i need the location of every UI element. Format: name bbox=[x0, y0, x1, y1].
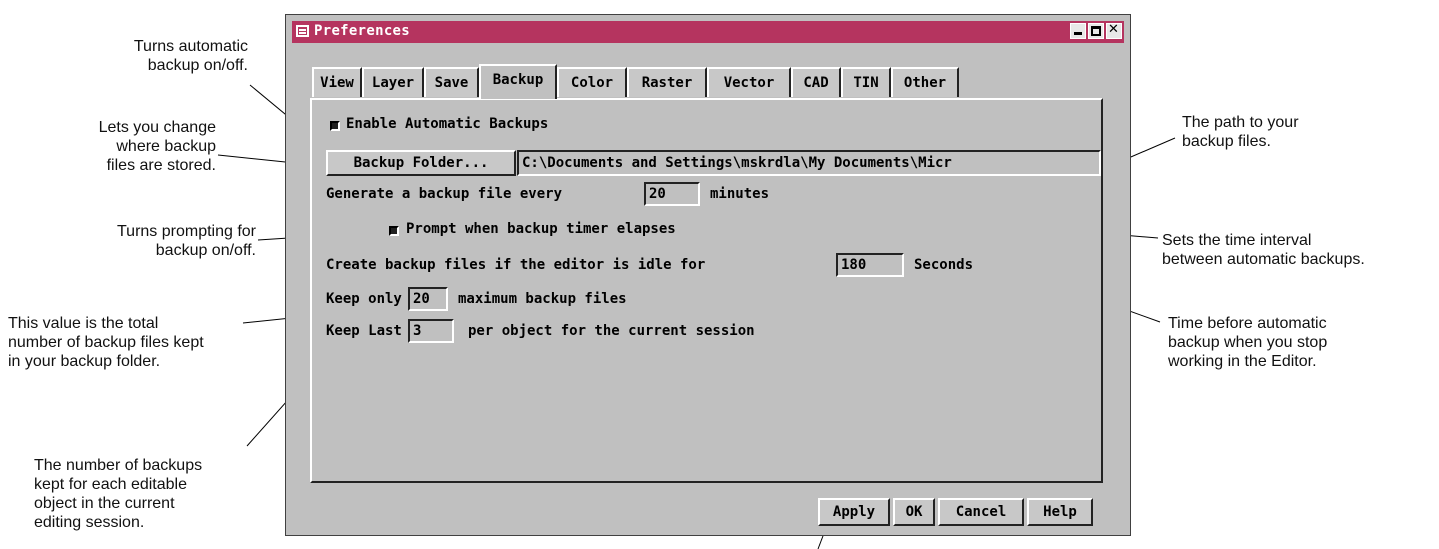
tab-raster[interactable]: Raster bbox=[627, 67, 707, 97]
tab-color[interactable]: Color bbox=[557, 67, 627, 97]
window-title: Preferences bbox=[314, 23, 411, 39]
annotation-enable-backups: Turns automatic backup on/off. bbox=[133, 38, 248, 74]
tab-cad[interactable]: CAD bbox=[791, 67, 841, 97]
preferences-dialog: Preferences View Layer Save Backup Color… bbox=[285, 14, 1131, 536]
keep-only-label: Keep only bbox=[326, 291, 402, 307]
apply-button[interactable]: Apply bbox=[818, 498, 890, 526]
enable-backups-checkbox[interactable] bbox=[330, 121, 340, 131]
tab-layer[interactable]: Layer bbox=[362, 67, 424, 97]
ok-button[interactable]: OK bbox=[893, 498, 935, 526]
idle-seconds-field[interactable]: 180 bbox=[836, 253, 904, 277]
enable-backups-label: Enable Automatic Backups bbox=[346, 116, 549, 132]
tab-other[interactable]: Other bbox=[891, 67, 959, 97]
keep-only-field[interactable]: 20 bbox=[408, 287, 448, 311]
keep-last-suffix: per object for the current session bbox=[468, 323, 755, 339]
interval-minutes-field[interactable]: 20 bbox=[644, 182, 700, 206]
title-bar[interactable]: Preferences bbox=[292, 21, 1124, 43]
help-button[interactable]: Help bbox=[1027, 498, 1093, 526]
tab-save[interactable]: Save bbox=[424, 67, 479, 97]
annotation-idle: Time before automatic backup when you sto… bbox=[1168, 315, 1328, 370]
idle-units-label: Seconds bbox=[914, 257, 974, 273]
tab-view[interactable]: View bbox=[312, 67, 362, 97]
keep-only-suffix: maximum backup files bbox=[458, 291, 627, 307]
system-menu-icon[interactable] bbox=[296, 25, 309, 37]
idle-label: Create backup files if the editor is idl… bbox=[326, 257, 706, 273]
interval-label: Generate a backup file every bbox=[326, 186, 563, 202]
annotation-prompt: Turns prompting for backup on/off. bbox=[116, 223, 256, 259]
annotation-backup-folder: Lets you change where backup files are sto… bbox=[98, 119, 216, 174]
keep-last-label: Keep Last bbox=[326, 323, 402, 339]
backup-folder-button[interactable]: Backup Folder... bbox=[326, 150, 516, 176]
backup-panel: Enable Automatic Backups Backup Folder..… bbox=[310, 98, 1103, 483]
tab-backup[interactable]: Backup bbox=[479, 64, 557, 99]
annotation-folder-path: The path to your backup files. bbox=[1182, 114, 1299, 150]
annotation-keep-last: The number of backups kept for each edita… bbox=[34, 457, 203, 531]
annotation-interval: Sets the time interval between automatic … bbox=[1162, 232, 1365, 268]
tab-tin[interactable]: TIN bbox=[841, 67, 891, 97]
cancel-button[interactable]: Cancel bbox=[938, 498, 1024, 526]
minimize-button[interactable] bbox=[1070, 23, 1086, 39]
tab-vector[interactable]: Vector bbox=[707, 67, 791, 97]
backup-folder-path-field[interactable]: C:\Documents and Settings\mskrdla\My Doc… bbox=[517, 150, 1101, 176]
prompt-label: Prompt when backup timer elapses bbox=[406, 221, 676, 237]
keep-last-field[interactable]: 3 bbox=[408, 319, 454, 343]
prompt-checkbox[interactable] bbox=[389, 226, 399, 236]
maximize-button[interactable] bbox=[1088, 23, 1104, 39]
interval-units-label: minutes bbox=[710, 186, 770, 202]
annotation-keep-only: This value is the total number of backup … bbox=[8, 315, 204, 370]
close-button[interactable] bbox=[1106, 22, 1122, 39]
